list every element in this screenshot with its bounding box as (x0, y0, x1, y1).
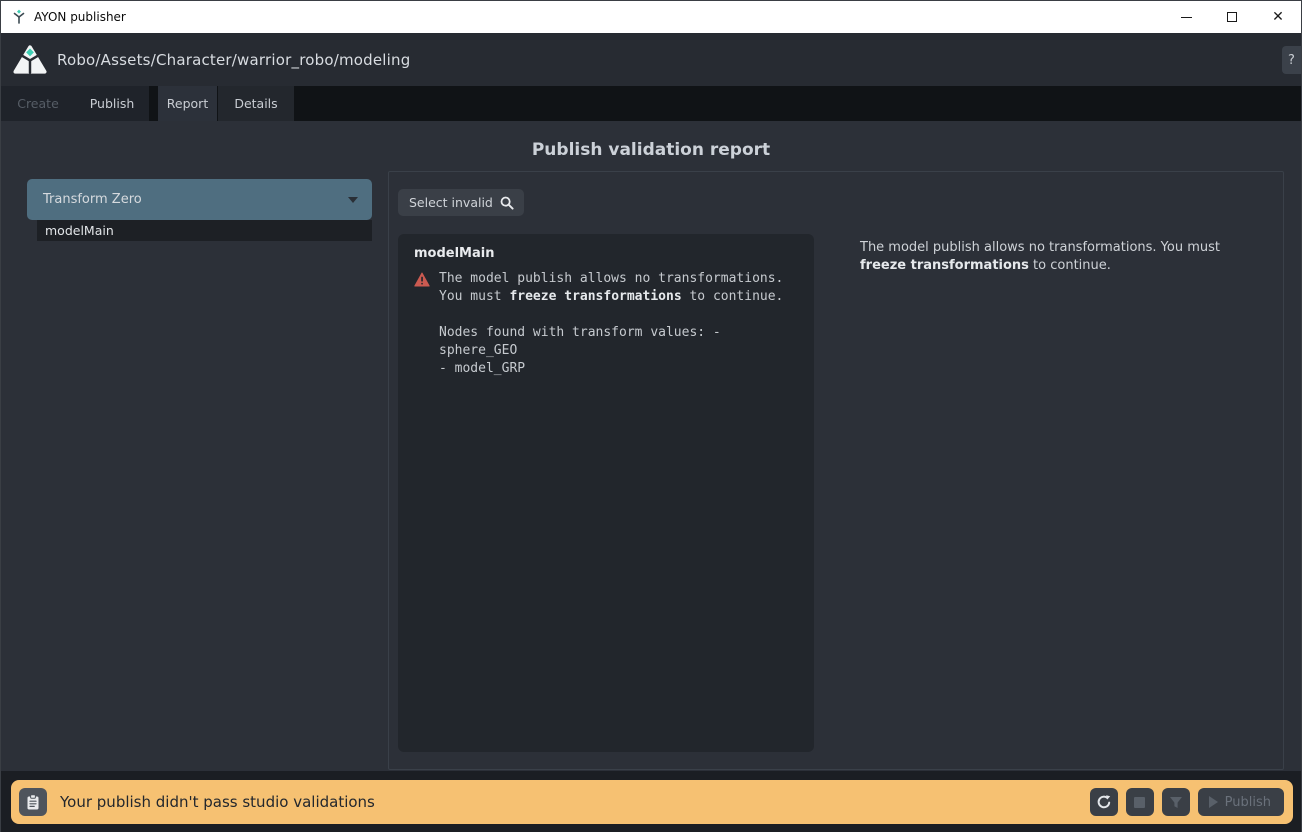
stop-icon (1134, 797, 1145, 808)
validator-dropdown[interactable]: Transform Zero (27, 179, 372, 220)
detail-line-3: - model_GRP (439, 360, 783, 378)
chevron-down-icon (348, 197, 358, 203)
help-button[interactable]: ? (1282, 46, 1301, 74)
blank-line (439, 306, 783, 324)
close-icon: ✕ (1272, 10, 1284, 24)
refresh-icon (1096, 794, 1112, 810)
app-window: AYON publisher ✕ Robo/Assets/Character/w… (0, 0, 1302, 832)
minimize-button[interactable] (1163, 1, 1209, 33)
refresh-button[interactable] (1090, 788, 1118, 816)
detail-line-2: sphere_GEO (439, 342, 783, 360)
funnel-icon (1169, 796, 1183, 809)
validation-message: The model publish allows no transformati… (439, 270, 783, 378)
instance-list-item[interactable]: modelMain (37, 220, 372, 241)
message-line-1: The model publish allows no transformati… (439, 270, 783, 288)
report-log-button[interactable] (19, 788, 47, 816)
tab-report[interactable]: Report (158, 86, 217, 121)
minimize-icon (1181, 17, 1192, 18)
message-line-2: You must freeze transformations to conti… (439, 288, 783, 306)
page-title: Publish validation report (1, 140, 1301, 160)
footer: Your publish didn't pass studio validati… (1, 771, 1301, 832)
publish-button-label: Publish (1225, 795, 1271, 810)
validation-status-message: Your publish didn't pass studio validati… (60, 793, 375, 811)
footer-actions: Publish (1090, 788, 1284, 816)
app-icon (11, 9, 27, 25)
validate-button[interactable] (1162, 788, 1190, 816)
close-button[interactable]: ✕ (1255, 1, 1301, 33)
play-icon (1209, 796, 1218, 808)
instance-name: modelMain (414, 246, 798, 261)
detail-line-1: Nodes found with transform values: - (439, 324, 783, 342)
validation-error-card: modelMain The model publish allows no tr… (398, 234, 814, 752)
window-controls: ✕ (1163, 1, 1301, 33)
clipboard-icon (25, 794, 41, 811)
validator-description: The model publish allows no transformati… (860, 239, 1248, 275)
tab-publish[interactable]: Publish (75, 86, 149, 121)
validation-message-bar: Your publish didn't pass studio validati… (11, 780, 1293, 824)
tab-create[interactable]: Create (1, 86, 75, 121)
ayon-logo-icon (13, 44, 47, 75)
maximize-icon (1227, 12, 1237, 22)
report-page: Publish validation report Transform Zero… (1, 121, 1301, 771)
context-breadcrumb[interactable]: Robo/Assets/Character/warrior_robo/model… (57, 33, 410, 86)
tabbar: Create Publish Report Details (1, 86, 1301, 121)
validation-detail-panel: Select invalid modelMain The model publi… (388, 171, 1284, 770)
header: Robo/Assets/Character/warrior_robo/model… (1, 33, 1301, 86)
titlebar: AYON publisher ✕ (1, 1, 1301, 33)
window-title: AYON publisher (34, 10, 126, 24)
validator-dropdown-label: Transform Zero (43, 192, 142, 207)
warning-icon (414, 272, 430, 287)
stop-button[interactable] (1126, 788, 1154, 816)
publish-button[interactable]: Publish (1198, 788, 1284, 816)
tabgroup-create-publish: Create Publish (1, 86, 149, 121)
select-invalid-label: Select invalid (409, 195, 493, 210)
select-invalid-button[interactable]: Select invalid (398, 189, 524, 216)
search-icon (500, 196, 514, 210)
maximize-button[interactable] (1209, 1, 1255, 33)
tab-details[interactable]: Details (218, 86, 294, 121)
